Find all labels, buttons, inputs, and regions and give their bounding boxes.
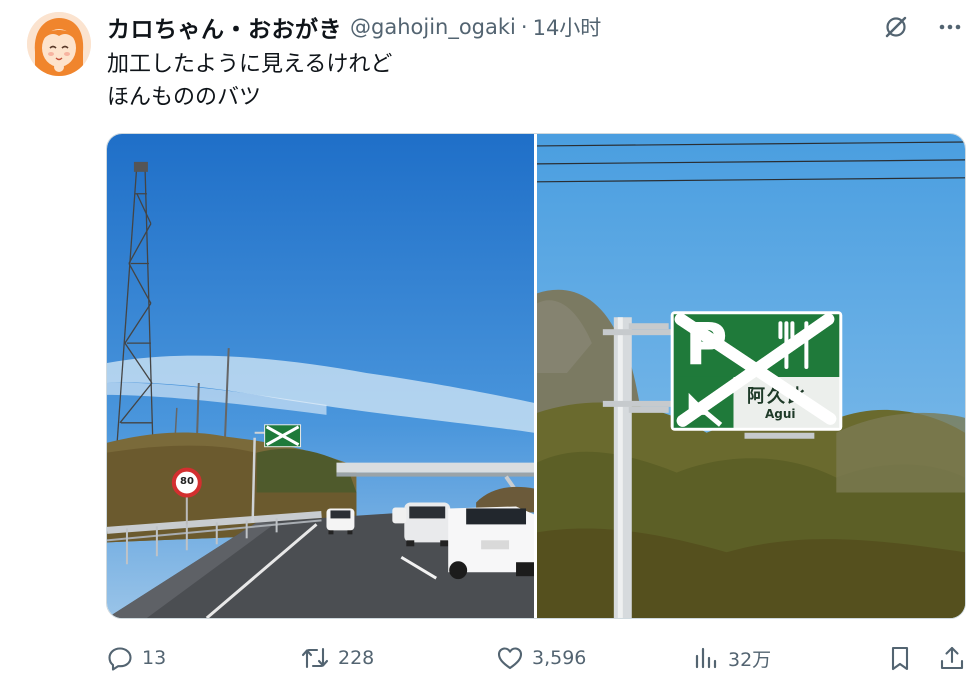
views-count: 32万 [728, 648, 772, 671]
retweet-icon [301, 647, 329, 669]
retweet-count: 228 [338, 647, 375, 669]
reply-count: 13 [142, 647, 167, 669]
sign-photo-image [537, 134, 965, 618]
bookmark-icon [891, 646, 909, 671]
retweet-button[interactable]: 228 [300, 638, 374, 678]
like-icon [497, 647, 523, 670]
like-count: 3,596 [532, 647, 587, 669]
reply-icon [108, 647, 132, 671]
timestamp[interactable]: 14小时 [533, 12, 602, 42]
share-button[interactable] [938, 638, 966, 678]
tweet-text: 加工したように見えるけれど ほんもののバツ [107, 48, 392, 114]
highway-photo-image [107, 134, 534, 618]
photo-sign-closeup[interactable]: P 阿久比 Agui [537, 134, 965, 618]
separator: · [520, 15, 528, 39]
speed-limit-label: 80 [180, 476, 194, 487]
bookmark-button[interactable] [886, 638, 914, 678]
tweet-text-line-2: ほんもののバツ [107, 85, 262, 110]
more-icon[interactable] [937, 14, 963, 40]
top-icons [883, 12, 963, 42]
tweet-header: カロちゃん・おおがき @gahojin_ogaki · 14小时 [107, 10, 602, 44]
like-button[interactable]: 3,596 [496, 638, 586, 678]
photo-highway[interactable]: 80 [107, 134, 534, 618]
views-button[interactable]: 32万 [692, 638, 771, 678]
grok-slash-icon[interactable] [883, 14, 909, 40]
reply-button[interactable]: 13 [106, 638, 166, 678]
avatar-illustration [27, 12, 91, 76]
handle[interactable]: @gahojin_ogaki [350, 15, 516, 39]
sign-letter: P [685, 310, 728, 378]
action-bar: 13 228 3,596 32万 [106, 638, 968, 678]
display-name[interactable]: カロちゃん・おおがき [107, 10, 342, 44]
sign-place-jp: 阿久比 [747, 386, 807, 407]
avatar[interactable] [27, 12, 91, 76]
tweet: カロちゃん・おおがき @gahojin_ogaki · 14小时 加工したように… [0, 0, 977, 696]
share-icon [940, 646, 964, 670]
media-grid: 80 P 阿久比 Agui [106, 133, 966, 619]
sign-place-en: Agui [765, 407, 796, 421]
tweet-text-line-1: 加工したように見えるけれど [107, 52, 393, 77]
views-icon [695, 647, 717, 669]
